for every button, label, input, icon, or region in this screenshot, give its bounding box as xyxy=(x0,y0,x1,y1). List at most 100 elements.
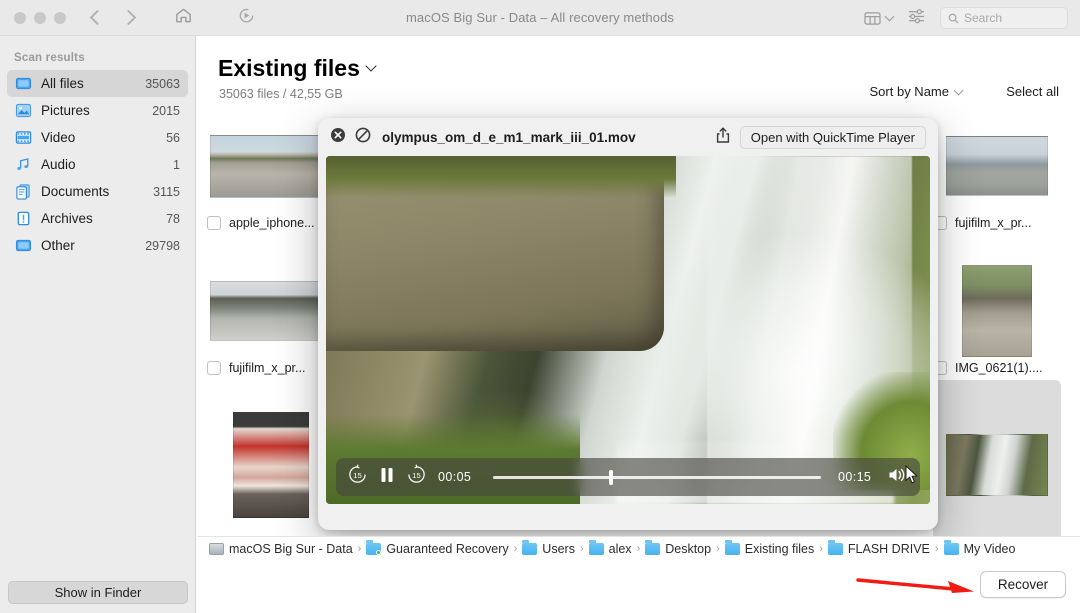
disk-icon xyxy=(209,542,224,555)
forward-chevron-icon[interactable] xyxy=(120,9,137,26)
breadcrumb-item-alex[interactable]: alex xyxy=(588,539,632,556)
traffic-lights[interactable] xyxy=(14,11,66,24)
nav-arrows[interactable] xyxy=(89,9,137,26)
file-summary: 35063 files / 42,55 GB xyxy=(219,87,343,101)
thumbnail-frame xyxy=(207,380,335,550)
sidebar-item-pictures[interactable]: Pictures 2015 xyxy=(7,97,188,124)
rewind-15-icon[interactable]: 15 xyxy=(347,464,368,490)
file-checkbox[interactable] xyxy=(207,361,221,375)
thumbnail-frame xyxy=(933,265,1061,357)
sidebar-label: Pictures xyxy=(41,103,90,118)
breadcrumb-separator: › xyxy=(636,542,641,555)
sidebar-item-audio[interactable]: Audio 1 xyxy=(7,151,188,178)
file-name: IMG_0621(1).... xyxy=(955,361,1043,375)
sidebar-label: Documents xyxy=(41,184,110,199)
scrubber-handle[interactable] xyxy=(609,469,614,485)
breadcrumb-separator: › xyxy=(579,542,584,555)
breadcrumb-label: Guaranteed Recovery xyxy=(386,541,509,556)
sidebar-label: Video xyxy=(41,130,76,145)
file-checkbox[interactable] xyxy=(207,216,221,230)
view-switcher-button[interactable] xyxy=(864,11,895,26)
sidebar-count: 3115 xyxy=(153,184,180,199)
breadcrumb-label: FLASH DRIVE xyxy=(847,541,930,556)
sidebar-header: Scan results xyxy=(14,52,85,64)
sidebar-count: 1 xyxy=(173,157,180,172)
sidebar-item-archives[interactable]: Archives 78 xyxy=(7,205,188,232)
breadcrumb-label: Existing files xyxy=(744,541,815,556)
no-entry-icon[interactable] xyxy=(355,127,371,148)
page-title-text: Existing files xyxy=(218,55,360,81)
svg-text:15: 15 xyxy=(412,471,420,480)
breadcrumb-label: macOS Big Sur - Data xyxy=(229,541,353,556)
breadcrumb-item-guaranteed-recovery[interactable]: Guaranteed Recovery xyxy=(366,539,509,556)
sidebar-item-all-files[interactable]: All files 35063 xyxy=(7,70,188,97)
close-circle-icon[interactable] xyxy=(330,127,346,148)
sidebar-label: All files xyxy=(41,76,84,91)
breadcrumb-item-flash-drive[interactable]: FLASH DRIVE xyxy=(827,539,930,556)
share-icon[interactable] xyxy=(715,126,731,149)
file-caption-row: IMG_0621(1).... xyxy=(933,361,1061,375)
folder-icon xyxy=(588,539,604,555)
sidebar-item-other[interactable]: Other 29798 xyxy=(7,232,188,259)
select-all-button[interactable]: Select all xyxy=(1006,84,1059,99)
recover-button[interactable]: Recover xyxy=(980,571,1066,598)
sliders-icon[interactable] xyxy=(907,7,926,29)
chevron-down-icon xyxy=(884,11,895,22)
sidebar-item-documents[interactable]: Documents 3115 xyxy=(7,178,188,205)
sidebar-count: 29798 xyxy=(145,238,180,253)
breadcrumb-item-users[interactable]: Users xyxy=(522,539,575,556)
breadcrumb-item-my-video[interactable]: My Video xyxy=(943,539,1016,556)
list-item[interactable]: fujifilm_x_pr... xyxy=(207,265,335,375)
breadcrumb-item-existing-files[interactable]: Existing files xyxy=(724,539,815,556)
bottom-bar: Recover xyxy=(197,560,1080,613)
sidebar-count: 78 xyxy=(166,211,180,226)
rescan-icon[interactable] xyxy=(237,6,256,30)
breadcrumb-label: alex xyxy=(608,541,632,556)
preview-header: olympus_om_d_e_m1_mark_iii_01.mov Open w… xyxy=(318,118,938,156)
folder-icon xyxy=(15,75,32,92)
sort-by-button[interactable]: Sort by Name xyxy=(870,84,964,99)
search-placeholder: Search xyxy=(964,11,1003,25)
breadcrumb-separator: › xyxy=(716,542,720,555)
thumbnail-frame xyxy=(207,120,335,212)
pause-icon[interactable] xyxy=(379,466,395,489)
page-title[interactable]: Existing files xyxy=(218,55,377,82)
sidebar-label: Other xyxy=(41,238,75,253)
list-item[interactable]: IMG_0621(1).... xyxy=(933,265,1061,375)
documents-icon xyxy=(15,183,32,200)
preview-dialog: olympus_om_d_e_m1_mark_iii_01.mov Open w… xyxy=(318,118,938,530)
video-preview[interactable]: 15 15 00:05 00:15 xyxy=(326,156,930,504)
breadcrumb-separator: › xyxy=(934,542,939,555)
file-caption-row: apple_iphone... xyxy=(207,216,335,230)
breadcrumb-label: My Video xyxy=(963,541,1016,556)
show-in-finder-button[interactable]: Show in Finder xyxy=(8,581,188,604)
chevron-down-icon xyxy=(953,85,964,95)
current-time: 00:05 xyxy=(438,470,472,484)
list-item[interactable]: fujifilm_x_pr... xyxy=(933,120,1061,230)
file-caption-row: fujifilm_x_pr... xyxy=(207,361,335,375)
breadcrumb-item-desktop[interactable]: Desktop xyxy=(645,539,712,556)
folder-icon xyxy=(15,237,32,254)
close-button[interactable] xyxy=(14,11,26,24)
search-input[interactable]: Search xyxy=(940,7,1068,29)
forward-15-icon[interactable]: 15 xyxy=(406,464,427,490)
video-scrubber[interactable] xyxy=(493,469,821,485)
list-item[interactable]: apple_iphone... xyxy=(207,120,335,230)
sidebar-count: 56 xyxy=(166,130,180,145)
picture-icon xyxy=(15,102,32,119)
open-with-quicktime-button[interactable]: Open with QuickTime Player xyxy=(739,125,926,149)
back-chevron-icon[interactable] xyxy=(89,9,106,26)
file-thumbnail xyxy=(210,281,332,341)
thumbnail-frame xyxy=(933,120,1061,212)
minimize-button[interactable] xyxy=(34,11,46,24)
file-name: fujifilm_x_pr... xyxy=(229,361,306,375)
zoom-button[interactable] xyxy=(54,11,66,24)
thumbnail-frame xyxy=(207,265,335,357)
sidebar-item-video[interactable]: Video 56 xyxy=(7,124,188,151)
breadcrumb-item-disk[interactable]: macOS Big Sur - Data xyxy=(209,542,353,556)
music-note-icon xyxy=(15,156,32,173)
home-icon[interactable] xyxy=(174,6,193,30)
archive-icon xyxy=(15,210,32,227)
breadcrumb-label: Desktop xyxy=(665,541,712,556)
sidebar-label: Archives xyxy=(41,211,93,226)
